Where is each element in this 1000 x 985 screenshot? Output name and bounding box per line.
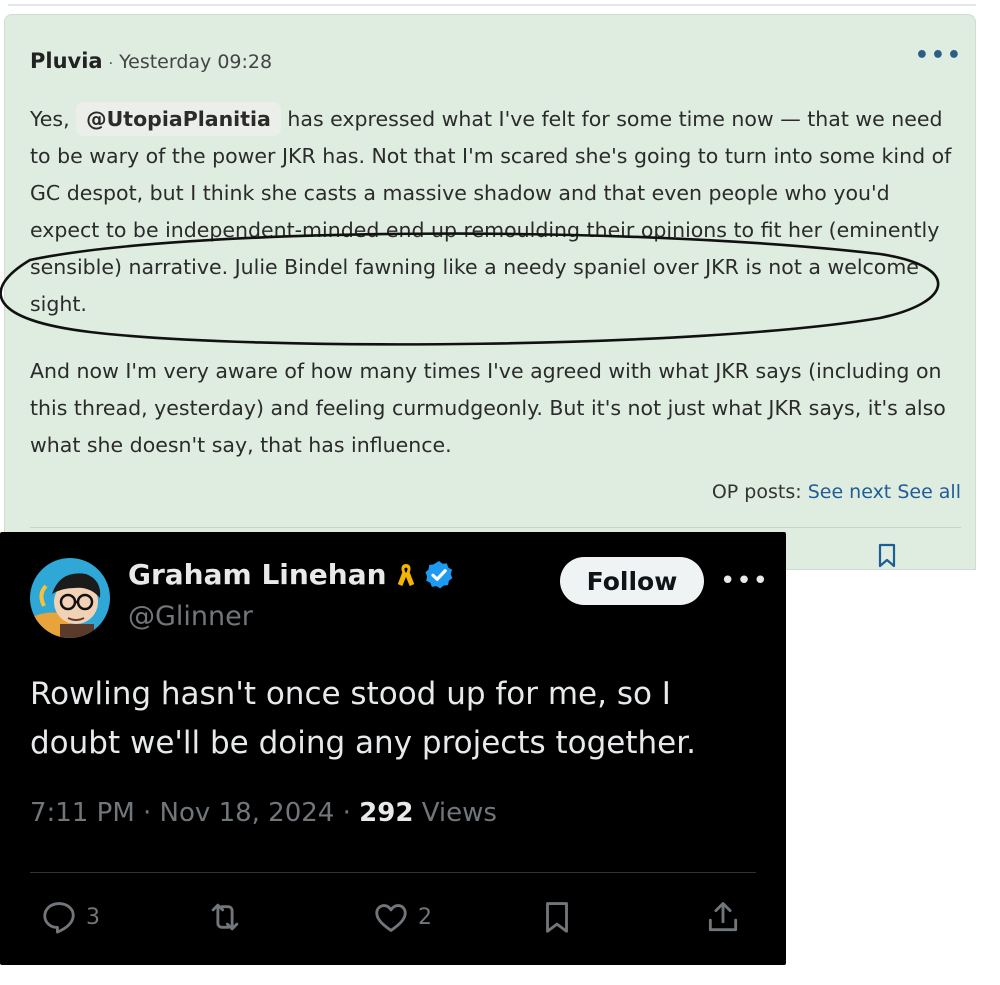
views-label: Views	[421, 798, 497, 828]
post-timestamp: Yesterday 09:28	[119, 51, 273, 73]
user-mention[interactable]: @UtopiaPlanitia	[76, 102, 281, 136]
post-paragraph-2: And now I'm very aware of how many times…	[30, 359, 946, 457]
share-icon	[708, 902, 738, 932]
share-button[interactable]	[704, 898, 742, 936]
reply-icon	[43, 902, 75, 934]
user-handle[interactable]: @Glinner	[128, 601, 253, 632]
tweet-actions: 3 2	[40, 898, 760, 938]
top-divider	[8, 4, 976, 6]
more-options-icon[interactable]: •••	[915, 43, 963, 68]
like-button[interactable]: 2	[372, 898, 432, 936]
paragraph-text: has expressed what I've felt for some ti…	[30, 107, 952, 316]
more-options-icon[interactable]: •••	[720, 566, 769, 596]
tweet-divider	[30, 872, 756, 873]
bookmark-icon	[546, 902, 568, 933]
reply-button[interactable]: 3	[40, 898, 100, 936]
post-header: Pluvia · Yesterday 09:28	[30, 49, 272, 73]
forum-post: Pluvia · Yesterday 09:28 ••• Yes, @Utopi…	[4, 14, 976, 571]
like-count: 2	[418, 904, 432, 930]
op-posts-nav: OP posts: See next See all	[712, 481, 961, 503]
post-paragraph-1: Yes, @UtopiaPlanitia has expressed what …	[30, 101, 955, 323]
bookmark-button[interactable]	[538, 898, 576, 936]
tweet-timestamp[interactable]: 7:11 PM · Nov 18, 2024 ·	[30, 798, 351, 828]
tweet-metadata: 7:11 PM · Nov 18, 2024 · 292 Views	[30, 798, 497, 828]
avatar[interactable]	[30, 558, 110, 638]
see-all-link[interactable]: See all	[897, 481, 961, 503]
op-posts-label: OP posts:	[711, 481, 802, 503]
repost-icon	[211, 903, 239, 931]
verified-badge-icon	[424, 560, 452, 588]
tweet-card: Graham Linehan @Glinner Follow ••• Rowli…	[0, 532, 786, 965]
views-count: 292	[359, 798, 414, 828]
post-divider	[30, 527, 961, 528]
tweet-text: Rowling hasn't once stood up for me, so …	[30, 676, 696, 761]
post-author[interactable]: Pluvia	[30, 49, 103, 73]
display-name[interactable]: Graham Linehan	[128, 558, 455, 591]
paragraph-prefix: Yes,	[30, 107, 70, 131]
post-body: Yes, @UtopiaPlanitia has expressed what …	[30, 101, 955, 464]
heart-icon	[375, 904, 407, 932]
repost-button[interactable]	[206, 898, 244, 936]
reply-count: 3	[86, 904, 100, 930]
follow-button[interactable]: Follow	[560, 557, 704, 605]
see-next-link[interactable]: See next	[808, 481, 892, 503]
header-separator: ·	[108, 56, 114, 72]
bookmark-icon[interactable]	[875, 543, 899, 569]
ribbon-icon	[397, 563, 414, 586]
display-name-text: Graham Linehan	[128, 558, 387, 591]
